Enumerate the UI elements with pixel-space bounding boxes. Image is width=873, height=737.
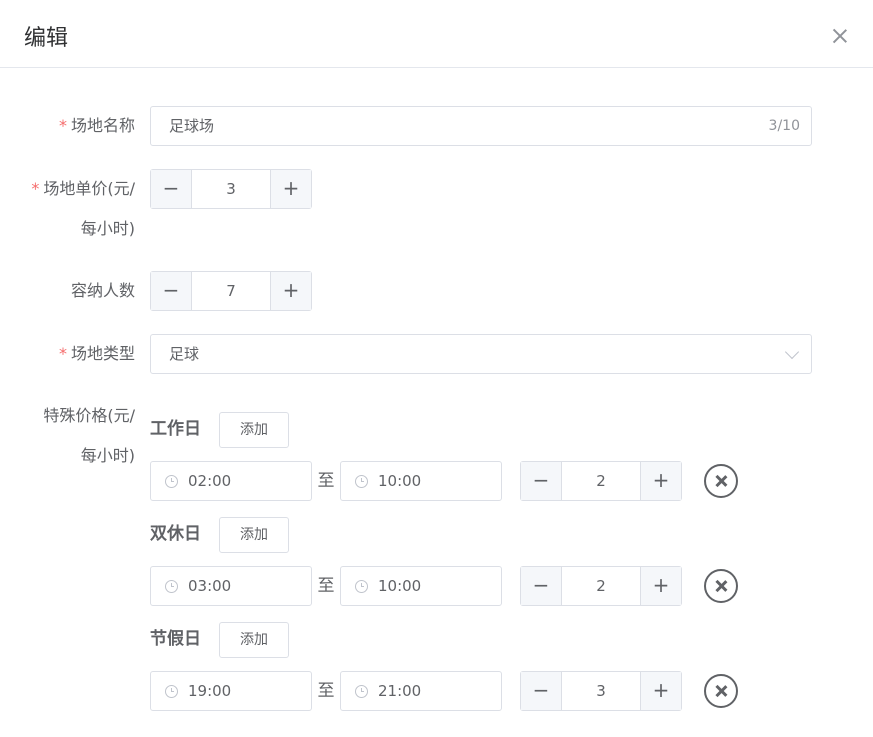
capacity-label: 容纳人数 xyxy=(70,281,135,300)
weekday-end-time[interactable]: 10:00 xyxy=(340,461,502,501)
weekend-decrease-button[interactable]: − xyxy=(521,567,562,605)
clock-icon xyxy=(355,580,368,593)
holiday-end-time[interactable]: 21:00 xyxy=(340,671,502,711)
name-label: * 场地名称 xyxy=(58,116,135,135)
price-stepper[interactable]: − 3 + xyxy=(150,169,312,209)
weekday-decrease-button[interactable]: − xyxy=(521,462,562,500)
close-icon[interactable] xyxy=(830,26,850,46)
special-price-label: 特殊价格(元/ xyxy=(43,406,135,425)
capacity-value[interactable]: 7 xyxy=(192,272,270,310)
holiday-increase-button[interactable]: + xyxy=(640,672,681,710)
holiday-price-value[interactable]: 3 xyxy=(562,672,640,710)
clock-icon xyxy=(355,685,368,698)
capacity-stepper[interactable]: − 7 + xyxy=(150,271,312,311)
dialog-header: 编辑 xyxy=(0,0,873,68)
weekday-start-time[interactable]: 02:00 xyxy=(150,461,312,501)
holiday-title: 节假日 xyxy=(150,629,201,649)
weekend-title: 双休日 xyxy=(150,524,201,544)
weekday-price-value[interactable]: 2 xyxy=(562,462,640,500)
weekday-increase-button[interactable]: + xyxy=(640,462,681,500)
dialog-title: 编辑 xyxy=(24,26,69,51)
type-select[interactable]: 足球 xyxy=(150,334,812,374)
weekend-price-stepper[interactable]: − 2 + xyxy=(520,566,682,606)
chevron-down-icon xyxy=(784,344,800,360)
clock-icon xyxy=(165,475,178,488)
clock-icon xyxy=(355,475,368,488)
weekend-increase-button[interactable]: + xyxy=(640,567,681,605)
weekday-add-button[interactable]: 添加 xyxy=(219,412,289,448)
range-separator: 至 xyxy=(317,576,335,596)
type-label: * 场地类型 xyxy=(58,344,135,363)
price-value[interactable]: 3 xyxy=(192,170,270,208)
weekday-title: 工作日 xyxy=(150,419,201,439)
clock-icon xyxy=(165,685,178,698)
price-increase-button[interactable]: + xyxy=(270,170,311,208)
special-price-label-line2: 每小时) xyxy=(80,446,135,465)
capacity-decrease-button[interactable]: − xyxy=(151,272,192,310)
holiday-decrease-button[interactable]: − xyxy=(521,672,562,710)
holiday-add-button[interactable]: 添加 xyxy=(219,622,289,658)
holiday-remove-icon[interactable] xyxy=(704,674,738,708)
weekend-start-time[interactable]: 03:00 xyxy=(150,566,312,606)
capacity-increase-button[interactable]: + xyxy=(270,272,311,310)
weekend-end-time[interactable]: 10:00 xyxy=(340,566,502,606)
weekend-remove-icon[interactable] xyxy=(704,569,738,603)
weekday-price-stepper[interactable]: − 2 + xyxy=(520,461,682,501)
clock-icon xyxy=(165,580,178,593)
char-count: 3/10 xyxy=(768,118,800,134)
range-separator: 至 xyxy=(317,681,335,701)
price-decrease-button[interactable]: − xyxy=(151,170,192,208)
holiday-start-time[interactable]: 19:00 xyxy=(150,671,312,711)
price-label-line2: 每小时) xyxy=(80,219,135,238)
weekend-add-button[interactable]: 添加 xyxy=(219,517,289,553)
weekday-remove-icon[interactable] xyxy=(704,464,738,498)
weekend-price-value[interactable]: 2 xyxy=(562,567,640,605)
range-separator: 至 xyxy=(317,471,335,491)
price-label: * 场地单价(元/ xyxy=(31,179,135,198)
holiday-price-stepper[interactable]: − 3 + xyxy=(520,671,682,711)
name-input[interactable]: 足球场 3/10 xyxy=(150,106,812,146)
